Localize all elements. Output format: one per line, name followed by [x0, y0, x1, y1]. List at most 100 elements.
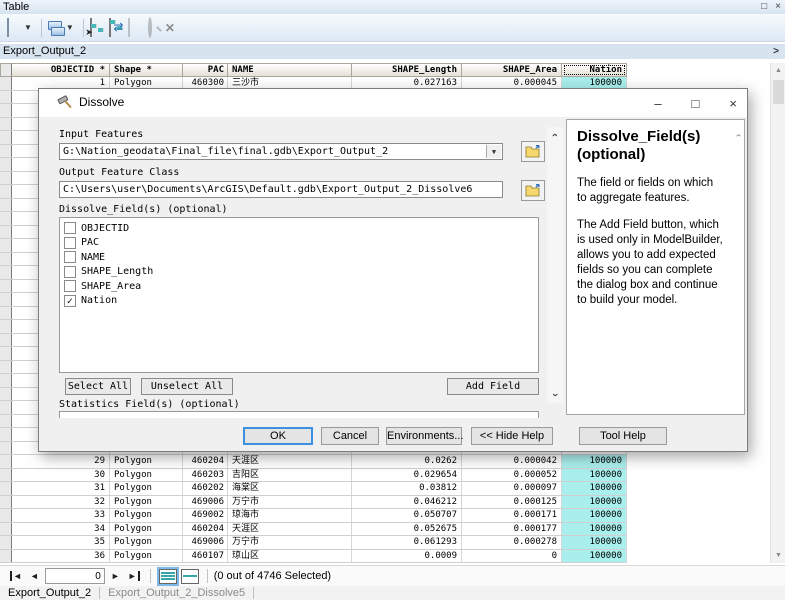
- related-tables-dropdown-icon[interactable]: ▼: [66, 23, 74, 32]
- hide-help-button[interactable]: << Hide Help: [471, 427, 553, 445]
- cell-shape-area[interactable]: 0.000278: [462, 536, 562, 549]
- row-selector[interactable]: [0, 131, 12, 144]
- minimize-icon[interactable]: –: [654, 96, 661, 111]
- row-selector[interactable]: [0, 482, 12, 495]
- cell-shape[interactable]: Polygon: [110, 523, 183, 536]
- cell-nation[interactable]: 100000: [562, 482, 627, 495]
- form-scroll-down-icon[interactable]: ›: [547, 387, 563, 403]
- record-number-input[interactable]: [45, 568, 105, 584]
- help-scroll-up-icon[interactable]: ›: [733, 134, 744, 137]
- column-header[interactable]: NAME: [228, 63, 352, 77]
- environments-button[interactable]: Environments...: [386, 427, 462, 445]
- column-header[interactable]: Shape *: [110, 63, 183, 77]
- cell-name[interactable]: 海棠区: [228, 482, 352, 495]
- column-header-selected[interactable]: Nation: [562, 63, 627, 77]
- close-window-icon[interactable]: ×: [775, 0, 781, 14]
- tool-help-button[interactable]: Tool Help: [579, 427, 667, 445]
- row-selector[interactable]: [0, 185, 12, 198]
- row-selector[interactable]: [0, 374, 12, 387]
- row-selector[interactable]: [0, 415, 12, 428]
- expand-icon[interactable]: >: [773, 44, 779, 59]
- row-selector[interactable]: [0, 550, 12, 563]
- field-checkbox-item[interactable]: SHAPE_Length: [64, 265, 538, 280]
- cell-objectid[interactable]: 34: [12, 523, 110, 536]
- cell-nation[interactable]: 100000: [562, 523, 627, 536]
- cell-nation[interactable]: 100000: [562, 455, 627, 468]
- cell-pac[interactable]: 460204: [183, 455, 228, 468]
- cell-shape-length[interactable]: 0.029654: [352, 469, 462, 482]
- combobox-dropdown-icon[interactable]: ▼: [486, 145, 501, 158]
- cell-nation[interactable]: 100000: [562, 509, 627, 522]
- dialog-titlebar[interactable]: Dissolve – □ ×: [39, 89, 747, 117]
- checkbox-icon[interactable]: [64, 237, 76, 249]
- cell-objectid[interactable]: 29: [12, 455, 110, 468]
- row-selector[interactable]: [0, 253, 12, 266]
- cell-shape[interactable]: Polygon: [110, 455, 183, 468]
- tab-export-output-2-dissolve5[interactable]: Export_Output_2_Dissolve5: [100, 586, 253, 600]
- switch-selection-icon[interactable]: ⇄: [108, 19, 125, 36]
- row-selector[interactable]: [0, 226, 12, 239]
- cell-shape-area[interactable]: 0: [462, 550, 562, 563]
- select-all-button[interactable]: Select All: [65, 378, 131, 395]
- cell-shape[interactable]: Polygon: [110, 509, 183, 522]
- row-selector[interactable]: [0, 239, 12, 252]
- field-checkbox-item[interactable]: OBJECTID: [64, 221, 538, 236]
- cell-name[interactable]: 琼山区: [228, 550, 352, 563]
- column-header[interactable]: SHAPE_Area: [462, 63, 562, 77]
- move-previous-button[interactable]: ◄: [30, 571, 39, 581]
- cell-name[interactable]: 天涯区: [228, 523, 352, 536]
- cell-objectid[interactable]: 30: [12, 469, 110, 482]
- cell-objectid[interactable]: 33: [12, 509, 110, 522]
- scrollbar-thumb[interactable]: [773, 80, 784, 104]
- row-selector[interactable]: [0, 307, 12, 320]
- scroll-up-icon[interactable]: ▲: [771, 63, 785, 78]
- row-selector[interactable]: [0, 266, 12, 279]
- cell-shape-area[interactable]: 0.000125: [462, 496, 562, 509]
- cell-name[interactable]: 琼海市: [228, 509, 352, 522]
- row-selector[interactable]: [0, 104, 12, 117]
- cell-nation[interactable]: 100000: [562, 550, 627, 563]
- cell-shape-area[interactable]: 0.000177: [462, 523, 562, 536]
- move-last-button[interactable]: ►: [128, 571, 140, 581]
- scroll-down-icon[interactable]: ▼: [771, 548, 785, 563]
- cell-pac[interactable]: 469006: [183, 536, 228, 549]
- add-field-button[interactable]: Add Field: [447, 378, 539, 395]
- cell-pac[interactable]: 469002: [183, 509, 228, 522]
- row-selector[interactable]: [0, 172, 12, 185]
- dialog-form-scrollbar[interactable]: › ›: [547, 127, 563, 403]
- column-header[interactable]: PAC: [183, 63, 228, 77]
- cell-shape-length[interactable]: 0.046212: [352, 496, 462, 509]
- row-selector[interactable]: [0, 91, 12, 104]
- row-selector[interactable]: [0, 455, 12, 468]
- cell-name[interactable]: 万宁市: [228, 496, 352, 509]
- row-selector[interactable]: [0, 469, 12, 482]
- cell-shape[interactable]: Polygon: [110, 496, 183, 509]
- statistics-fields-input[interactable]: [59, 411, 539, 418]
- row-selector[interactable]: [0, 118, 12, 131]
- cell-name[interactable]: 吉阳区: [228, 469, 352, 482]
- cell-shape[interactable]: Polygon: [110, 550, 183, 563]
- row-selector[interactable]: [0, 158, 12, 171]
- select-by-attributes-icon[interactable]: ➤: [89, 19, 106, 36]
- cell-shape-area[interactable]: 0.000171: [462, 509, 562, 522]
- cell-shape-length[interactable]: 0.052675: [352, 523, 462, 536]
- cell-pac[interactable]: 460204: [183, 523, 228, 536]
- field-checkbox-item[interactable]: ✓ Nation: [64, 294, 538, 309]
- cell-pac[interactable]: 460203: [183, 469, 228, 482]
- cell-objectid[interactable]: 32: [12, 496, 110, 509]
- cell-shape-length[interactable]: 0.050707: [352, 509, 462, 522]
- row-selector[interactable]: [0, 442, 12, 455]
- cell-name[interactable]: 天涯区: [228, 455, 352, 468]
- cell-nation[interactable]: 100000: [562, 536, 627, 549]
- checkbox-icon[interactable]: ✓: [64, 295, 76, 307]
- move-first-button[interactable]: ◄: [10, 571, 22, 581]
- row-selector[interactable]: [0, 428, 12, 441]
- checkbox-icon[interactable]: [64, 251, 76, 263]
- form-scroll-up-icon[interactable]: ›: [547, 127, 563, 143]
- cell-nation[interactable]: 100000: [562, 469, 627, 482]
- show-selected-records-button[interactable]: [181, 569, 199, 584]
- cell-shape[interactable]: Polygon: [110, 536, 183, 549]
- row-selector[interactable]: [0, 199, 12, 212]
- column-header[interactable]: SHAPE_Length: [352, 63, 462, 77]
- column-header[interactable]: OBJECTID *: [12, 63, 110, 77]
